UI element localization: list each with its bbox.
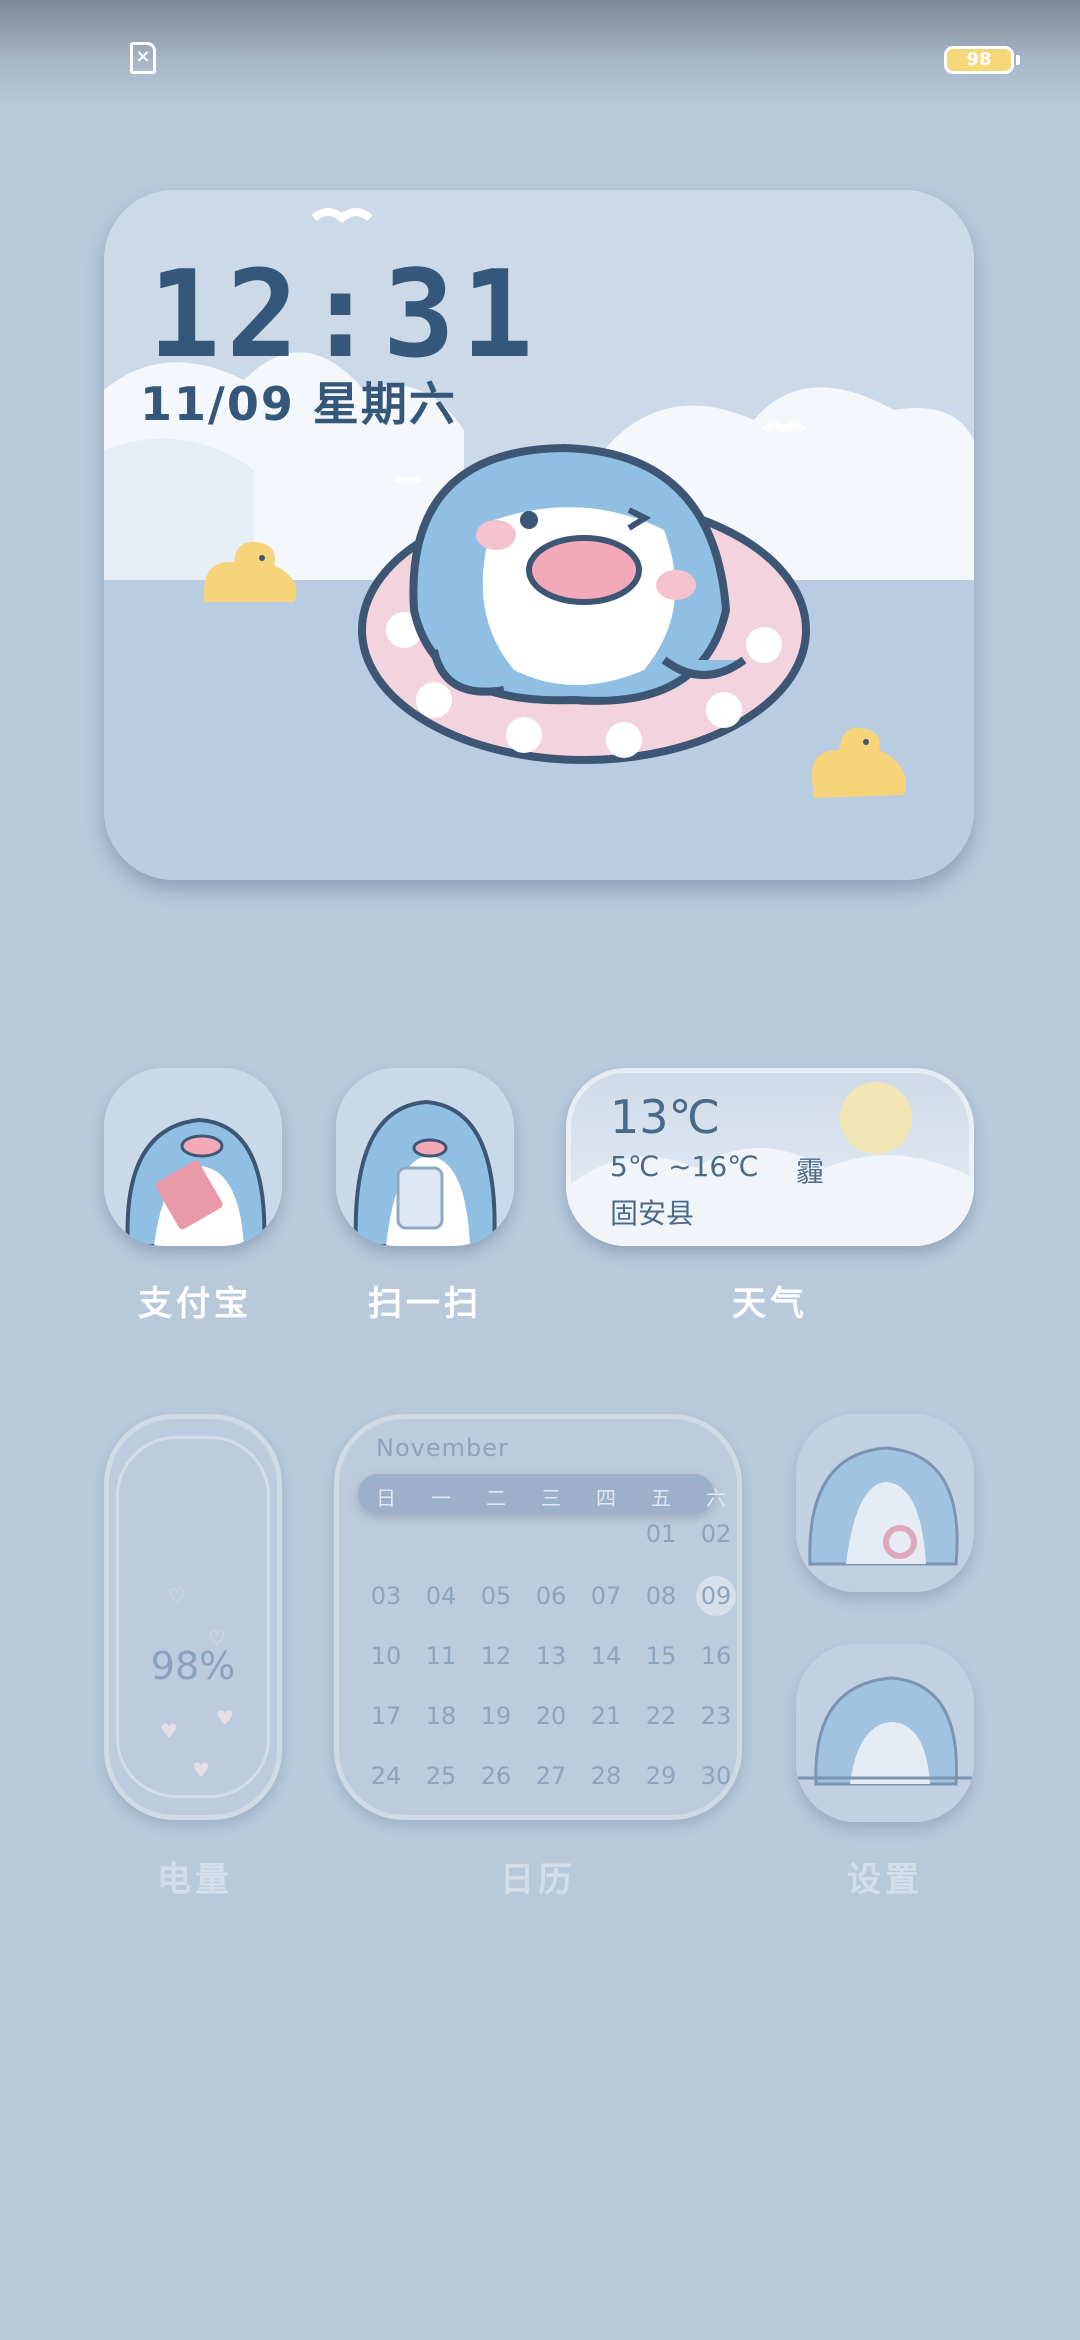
battery-label: 电量	[157, 1860, 233, 1900]
calendar-day[interactable]: 15	[633, 1642, 689, 1670]
calendar-day[interactable]: 04	[413, 1582, 469, 1610]
calendar-day[interactable]: 18	[413, 1702, 469, 1730]
shark-holding-phone-icon	[336, 1068, 514, 1246]
weather-location: 固安县	[610, 1197, 695, 1230]
calendar-day[interactable]: 28	[578, 1762, 634, 1790]
calendar-day[interactable]: 24	[358, 1762, 414, 1790]
calendar-day[interactable]: 26	[468, 1762, 524, 1790]
no-sim-icon: ×	[130, 42, 156, 74]
weather-range: 5℃ ~16℃	[610, 1150, 759, 1183]
calendar-month: November	[376, 1434, 509, 1462]
weather-condition: 霾	[796, 1155, 825, 1188]
shark-widget-icon[interactable]	[796, 1414, 974, 1592]
heart-icon: ♥	[216, 1706, 234, 1730]
calendar-day[interactable]: 13	[523, 1642, 579, 1670]
status-bar	[0, 0, 1080, 110]
calendar-weekday: 五	[651, 1486, 671, 1510]
shark-holding-red-packet-icon	[104, 1068, 282, 1246]
battery-indicator: 98	[944, 46, 1014, 74]
shark-with-donut-icon	[796, 1414, 974, 1592]
calendar-day[interactable]: 19	[468, 1702, 524, 1730]
calendar-weekday: 日	[376, 1486, 396, 1510]
calendar-day[interactable]: 10	[358, 1642, 414, 1670]
calendar-widget[interactable]: November 日 一 二 三 四 五 六 01 02 03 04 05 06 07 08 09 10 11 12…	[334, 1414, 742, 1820]
scan-label: 扫一扫	[368, 1284, 482, 1324]
alipay-label: 支付宝	[138, 1284, 252, 1324]
weather-temperature: 13℃	[610, 1090, 721, 1144]
heart-icon: ♥	[192, 1758, 210, 1782]
calendar-weekday: 三	[541, 1486, 561, 1510]
calendar-label: 日历	[500, 1860, 576, 1900]
calendar-day[interactable]: 27	[523, 1762, 579, 1790]
calendar-weekday: 二	[486, 1486, 506, 1510]
calendar-day[interactable]: 23	[688, 1702, 742, 1730]
weather-label: 天气	[732, 1284, 808, 1324]
calendar-day[interactable]: 06	[523, 1582, 579, 1610]
clock-time: 12:31	[148, 246, 540, 385]
settings-app-icon[interactable]	[796, 1644, 974, 1822]
calendar-day[interactable]: 12	[468, 1642, 524, 1670]
calendar-day[interactable]: 25	[413, 1762, 469, 1790]
calendar-weekday: 六	[706, 1486, 726, 1510]
calendar-day[interactable]: 22	[633, 1702, 689, 1730]
battery-widget[interactable]: ♡ ♡ 98% ♥ ♥ ♥	[104, 1414, 282, 1820]
calendar-day[interactable]: 11	[413, 1642, 469, 1670]
calendar-day[interactable]: 09	[688, 1582, 742, 1610]
heart-icon: ♥	[160, 1719, 178, 1743]
battery-widget-frame	[116, 1436, 270, 1798]
calendar-day[interactable]: 08	[633, 1582, 689, 1610]
calendar-weekday: 四	[596, 1486, 616, 1510]
calendar-day[interactable]: 21	[578, 1702, 634, 1730]
calendar-day[interactable]: 05	[468, 1582, 524, 1610]
calendar-day[interactable]: 30	[688, 1762, 742, 1790]
calendar-day[interactable]: 03	[358, 1582, 414, 1610]
heart-icon: ♡	[168, 1584, 186, 1608]
scan-app-icon[interactable]	[336, 1068, 514, 1246]
calendar-day[interactable]: 01	[633, 1520, 689, 1548]
weather-widget[interactable]: 13℃ 5℃ ~16℃ 霾 固安县	[566, 1068, 974, 1246]
calendar-day[interactable]: 02	[688, 1520, 742, 1548]
calendar-day[interactable]: 16	[688, 1642, 742, 1670]
calendar-day[interactable]: 17	[358, 1702, 414, 1730]
clock-widget[interactable]: 12:31 11/09 星期六	[104, 190, 974, 880]
calendar-day[interactable]: 29	[633, 1762, 689, 1790]
calendar-weekday: 一	[431, 1486, 451, 1510]
calendar-day[interactable]: 20	[523, 1702, 579, 1730]
alipay-app-icon[interactable]	[104, 1068, 282, 1246]
calendar-day[interactable]: 07	[578, 1582, 634, 1610]
battery-cap	[1016, 55, 1020, 65]
calendar-day[interactable]: 14	[578, 1642, 634, 1670]
battery-percentage: 98%	[150, 1644, 236, 1688]
clock-date: 11/09 星期六	[140, 377, 457, 431]
shark-sitting-icon	[796, 1644, 974, 1822]
settings-label: 设置	[847, 1860, 923, 1900]
